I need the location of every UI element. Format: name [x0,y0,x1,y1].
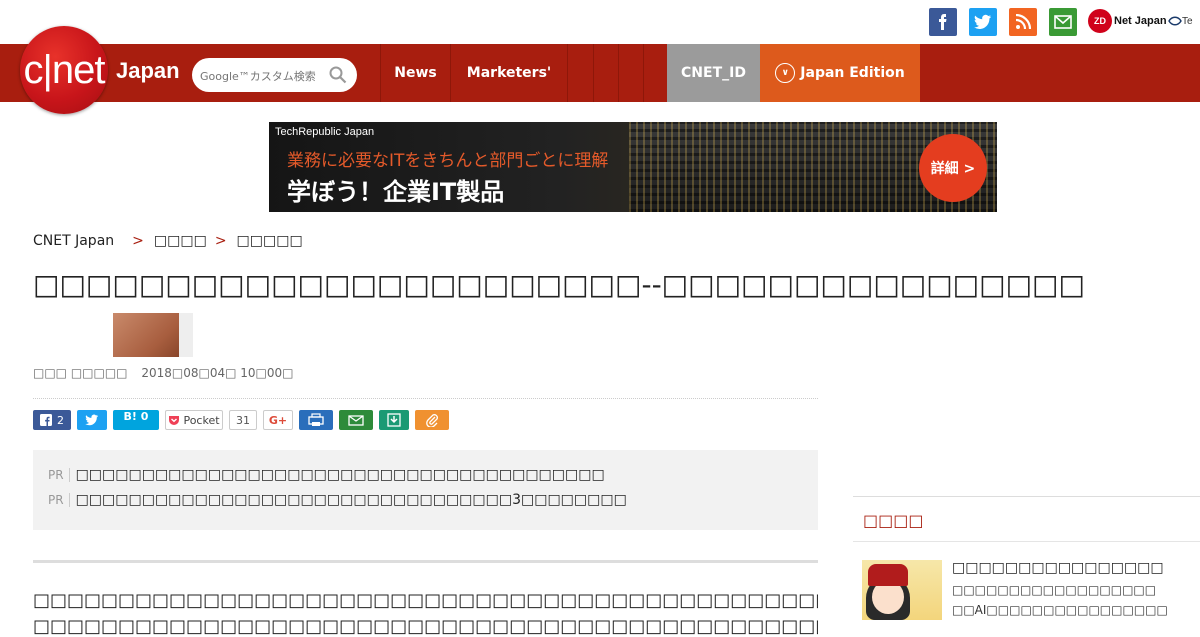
sidebar-thumbnail[interactable] [862,560,942,620]
pocket-label: Pocket [183,413,220,427]
sidebar-article-title[interactable]: □□□□□□□□□□□□□□□□ [952,560,1164,576]
logo-japan[interactable]: Japan [116,58,180,84]
zdnet-japan-logo[interactable]: ZD Net Japan [1088,9,1167,33]
print-button[interactable] [299,410,333,430]
clip-button[interactable] [415,410,449,430]
sidebar-article-sub: □□□□□□□□□□□□□□□□□□ [952,583,1157,597]
facebook-icon[interactable] [929,8,957,36]
pr-link-text: □□□□□□□□□□□□□□□□□□□□□□□□□□□□□□□□□□□□□□□□ [75,467,605,483]
techrepublic-icon [1168,16,1182,26]
sidebar-rule [853,541,1200,542]
article-body-line: □□□□□□□□□□□□□□□□□□□□□□□□□□□□□□□□□□□□□□□□… [33,590,818,611]
twitter-icon [85,414,98,426]
facebook-share-count: 2 [57,413,64,427]
pr-link[interactable]: PR □□□□□□□□□□□□□□□□□□□□□□□□□□□□□□□□□□□□□… [48,467,605,483]
nav-item-4[interactable] [593,44,618,102]
banner-brand: TechRepublic Japan [275,126,375,138]
edition-label: Japan Edition [800,65,905,81]
download-icon [387,413,401,427]
divider [33,398,818,399]
rss-icon[interactable] [1009,8,1037,36]
sidebar-article-sub: □□AI□□□□□□□□□□□□□□□□ [952,603,1168,617]
mail-share-button[interactable] [339,410,373,430]
main-nav: c|net Japan News Marketers' CNET_ID ∨ Ja… [0,26,1200,114]
sidebar-heading: □□□□ [863,511,924,530]
divider [33,560,818,563]
edition-button[interactable]: ∨ Japan Edition [760,44,920,102]
breadcrumb-item-2[interactable]: □□□□□ [237,233,303,249]
pr-box: PR □□□□□□□□□□□□□□□□□□□□□□□□□□□□□□□□□□□□□… [33,450,818,530]
chevron-down-icon: ∨ [775,63,796,83]
share-bar: 2 B! 0 Pocket 31 G+ [33,410,455,430]
search-input[interactable] [198,58,332,94]
print-icon [308,413,324,426]
pr-tag: PR [48,493,70,507]
paperclip-icon [426,414,438,427]
hatena-bookmark-button[interactable]: B! 0 [113,410,159,430]
article-thumbnail [113,313,193,357]
facebook-share-button[interactable]: 2 [33,410,71,430]
cnet-logo[interactable]: c|net [20,26,108,114]
pr-link[interactable]: PR □□□□□□□□□□□□□□□□□□□□□□□□□□□□□□□□□3□□□… [48,492,627,508]
nav-news[interactable]: News [380,44,450,102]
techrepublic-text: Te [1182,15,1193,27]
twitter-icon[interactable] [969,8,997,36]
search-box [192,58,357,94]
banner-ad[interactable]: TechRepublic Japan 業務に必要なITをきちんと部門ごとに理解 … [269,122,997,212]
publish-date: 2018□08□04□ 10□00□ [141,366,294,380]
pocket-button[interactable]: Pocket [165,410,223,430]
zdnet-text: Net Japan [1114,15,1167,27]
twitter-share-button[interactable] [77,410,107,430]
banner-line2: 学ぼう！企業IT製品 [287,178,505,206]
author-name: □□□ □□□□□ [33,366,128,380]
article-body-line: □□□□□□□□□□□□□□□□□□□□□□□□□□□□□□□□□□□□□□□□… [33,616,818,637]
nav-item-5[interactable] [618,44,643,102]
pr-link-text: □□□□□□□□□□□□□□□□□□□□□□□□□□□□□□□□□3□□□□□□… [75,492,627,508]
byline: □□□ □□□□□ 2018□08□04□ 10□00□ [33,366,293,380]
mail-icon[interactable] [1049,8,1077,36]
nav-spacer [643,44,667,102]
breadcrumb-separator: > [214,233,227,249]
banner-cta-button[interactable]: 詳細 > [919,134,987,202]
banner-line1: 業務に必要なITをきちんと部門ごとに理解 [287,151,609,171]
pocket-icon [169,415,180,425]
utility-bar: ZD Net Japan Te [0,0,1200,44]
logo-text: c|net [23,47,106,92]
breadcrumb: CNET Japan > □□□□ > □□□□□ [33,233,303,249]
mail-icon [348,414,364,426]
search-icon[interactable] [329,66,347,84]
breadcrumb-item-1[interactable]: □□□□ [154,233,207,249]
cnet-id-button[interactable]: CNET_ID [667,44,760,102]
pr-tag: PR [48,468,70,482]
pocket-count: 31 [229,410,257,430]
techrepublic-logo[interactable]: Te [1168,9,1200,33]
sidebar-divider [853,496,1200,497]
zdnet-badge: ZD [1088,9,1112,33]
breadcrumb-separator: > [132,233,144,249]
nav-item-3[interactable] [567,44,593,102]
facebook-icon [40,414,52,426]
google-plus-button[interactable]: G+ [263,410,293,430]
save-button[interactable] [379,410,409,430]
nav-marketers[interactable]: Marketers' [450,44,567,102]
article-title: □□□□□□□□□□□□□□□□□□□□□□□--□□□□□□□□□□□□□□□… [33,268,1085,301]
breadcrumb-home[interactable]: CNET Japan [33,233,114,249]
